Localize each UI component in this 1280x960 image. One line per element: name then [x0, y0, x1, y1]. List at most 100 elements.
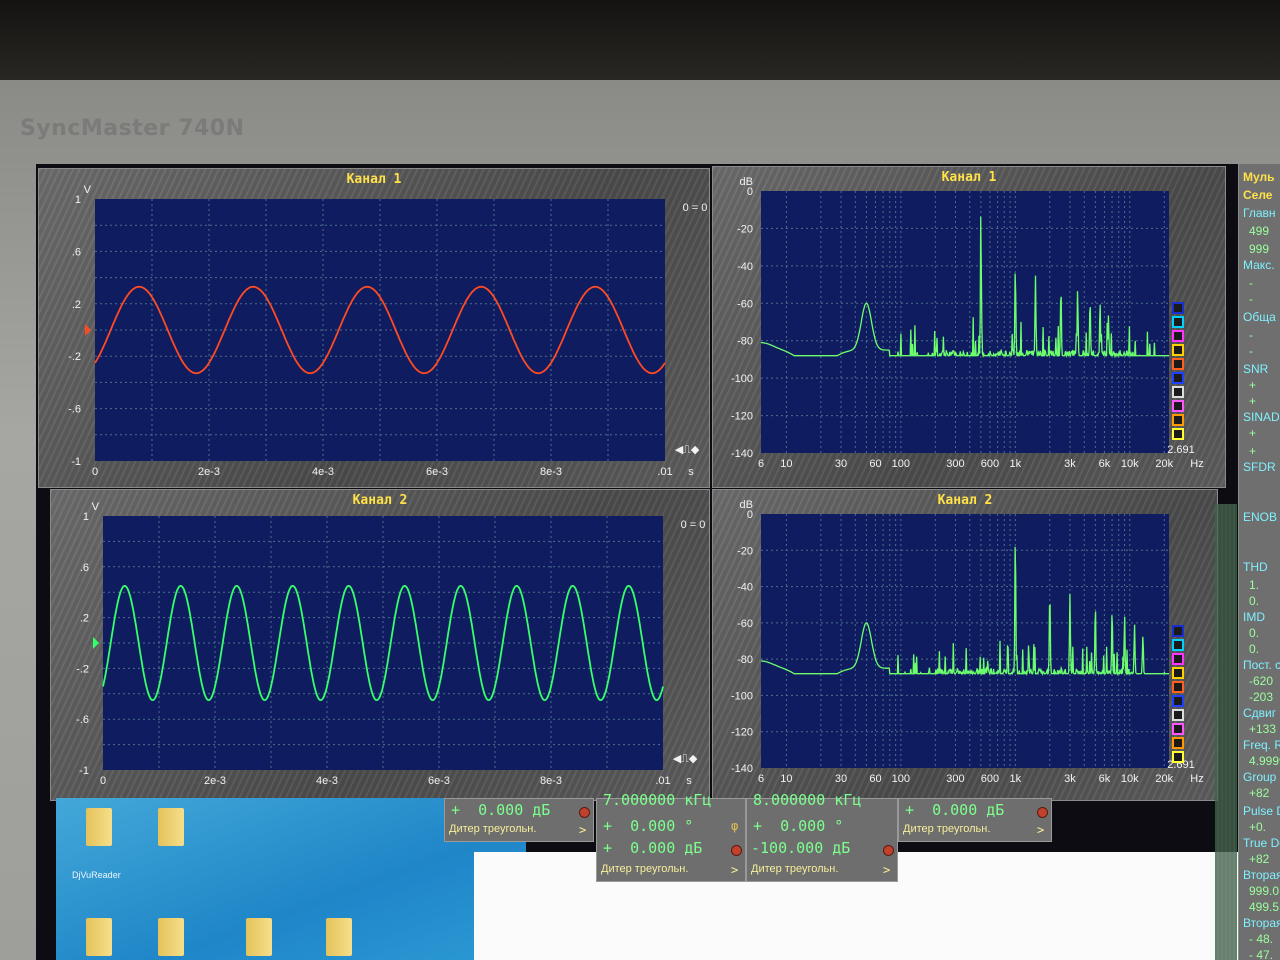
color-swatch-toggle[interactable] [1172, 302, 1184, 314]
spectrum-plot[interactable]: 0-20-40-60-80-100-120-140dB6 10 30 60 100 300… [713, 167, 1225, 487]
color-swatch-toggle[interactable] [1172, 386, 1184, 398]
plot-area[interactable] [761, 514, 1169, 768]
y-tick-label: .2 [80, 613, 89, 625]
y-tick-label: -40 [737, 261, 753, 273]
spectrum-channel-1[interactable]: Канал 1 0 -20 -40 -60 -80 -100 -120 -140 dB 6 10 30… [712, 166, 1226, 488]
folder-icon[interactable] [158, 808, 184, 846]
level-indicator-icon[interactable] [579, 807, 590, 818]
color-swatch-toggle[interactable] [1172, 751, 1184, 763]
oscilloscope-channel-2[interactable]: Канал 2 1.6.2 -.2 -.6 -1 V 0 2e-3 4e-3 6e-3 8e-3.… [50, 489, 710, 801]
phase-readout[interactable]: + 0.000 ° [603, 817, 693, 835]
measurement-text: - [1249, 292, 1253, 306]
x-tick-label: .01 [657, 466, 672, 478]
color-swatch-toggle[interactable] [1172, 316, 1184, 328]
y-axis-unit: dB [740, 499, 753, 511]
generator-control-1[interactable]: + 0.000 дБ Дитер треугольн. > [444, 798, 594, 842]
measurement-text: +133 [1249, 722, 1277, 736]
meter-strip [1215, 504, 1237, 960]
color-swatch-toggle[interactable] [1172, 737, 1184, 749]
folder-icon[interactable] [158, 918, 184, 956]
folder-icon[interactable] [86, 918, 112, 956]
measurement-text: Главн [1243, 206, 1276, 220]
phase-icon: φ [731, 819, 739, 833]
measurement-text: ENOB [1243, 510, 1278, 524]
color-swatch-toggle[interactable] [1172, 681, 1184, 693]
measurement-text: - 47. [1249, 948, 1274, 960]
generator-control-4[interactable]: + 0.000 дБ Дитер треугольн. > [898, 798, 1052, 842]
y-tick-label: -140 [731, 448, 753, 460]
measurements-panel[interactable]: Муль Селе Главн 499 999 Макс. - - Обща - - SNR + + SIN… [1238, 164, 1280, 960]
color-swatch-toggle[interactable] [1172, 428, 1184, 440]
folder-icon[interactable] [326, 918, 352, 956]
level-readout[interactable]: -100.000 дБ [751, 839, 850, 857]
generator-control-2[interactable]: 7.000000 кГц + 0.000 ° φ + 0.000 дБ Дите… [596, 791, 746, 882]
color-swatch-toggle[interactable] [1172, 358, 1184, 370]
measurement-text: - [1249, 344, 1253, 358]
desktop-icon-label: DjVuReader [72, 870, 121, 880]
color-swatch-toggle[interactable] [1172, 639, 1184, 651]
x-tick-label: 20k [1155, 773, 1173, 785]
level-indicator-icon[interactable] [1037, 807, 1048, 818]
measurement-text: 0. [1249, 626, 1260, 640]
dither-label[interactable]: Дитер треугольн. [601, 863, 688, 875]
y-tick-label: -60 [737, 618, 753, 630]
measurement-text: 999 [1249, 242, 1270, 256]
color-swatch-toggle[interactable] [1172, 344, 1184, 356]
monitor-bezel-top [0, 0, 1280, 90]
x-axis-unit: s [688, 466, 694, 478]
trigger-level-marker[interactable] [93, 637, 99, 649]
level-indicator-icon[interactable] [883, 845, 894, 856]
trigger-level-marker[interactable] [85, 324, 91, 336]
x-tick-label: 6k [1099, 773, 1111, 785]
measurement-text: +82 [1249, 786, 1270, 800]
measurement-text: 1. [1249, 578, 1260, 592]
x-tick-label: 300 [946, 773, 964, 785]
arrow-right-icon[interactable]: > [1037, 823, 1044, 837]
measurement-text: +82 [1249, 852, 1270, 866]
spectrum-channel-2[interactable]: Канал 2 0 -20 -40 -60 -80 -100 -120 -140 dB 6 10 30… [712, 489, 1218, 801]
y-tick-label: -.6 [76, 714, 89, 726]
arrow-right-icon[interactable]: > [731, 863, 738, 877]
x-tick-label: 100 [892, 773, 910, 785]
color-swatch-toggle[interactable] [1172, 625, 1184, 637]
level-indicator-icon[interactable] [731, 845, 742, 856]
folder-icon[interactable] [86, 808, 112, 846]
color-swatch-toggle[interactable] [1172, 414, 1184, 426]
spectrum-plot[interactable]: 0-20-40-60-80-100-120-140dB6 10 30 60 100 300… [713, 490, 1217, 800]
y-tick-label: 1 [75, 194, 81, 206]
arrow-right-icon[interactable]: > [883, 863, 890, 877]
color-swatch-toggle[interactable] [1172, 653, 1184, 665]
level-readout[interactable]: + 0.000 дБ [905, 801, 1004, 819]
generator-control-3[interactable]: 8.000000 кГц + 0.000 ° -100.000 дБ Дитер… [746, 791, 898, 882]
dither-label[interactable]: Дитер треугольн. [751, 863, 838, 875]
folder-icon[interactable] [246, 918, 272, 956]
color-swatch-toggle[interactable] [1172, 667, 1184, 679]
color-swatch-toggle[interactable] [1172, 709, 1184, 721]
level-readout[interactable]: + 0.000 дБ [451, 801, 550, 819]
y-axis-unit: dB [740, 176, 753, 188]
color-swatch-toggle[interactable] [1172, 695, 1184, 707]
measurement-text: Макс. [1243, 258, 1275, 272]
color-swatch-toggle[interactable] [1172, 723, 1184, 735]
measurement-text: - 48. [1249, 932, 1274, 946]
x-tick-label: 1k [1010, 458, 1022, 470]
color-swatch-toggle[interactable] [1172, 330, 1184, 342]
y-tick-label: -120 [731, 727, 753, 739]
frequency-readout[interactable]: 7.000000 кГц [603, 791, 711, 809]
color-swatch-toggle[interactable] [1172, 400, 1184, 412]
level-readout[interactable]: + 0.000 дБ [603, 839, 702, 857]
measurement-text: True De [1243, 836, 1280, 850]
frequency-readout[interactable]: 8.000000 кГц [753, 791, 861, 809]
dither-label[interactable]: Дитер треугольн. [903, 823, 990, 835]
oscilloscope-plot[interactable]: 1 .6 .2 -.2 -.6 -1 V 0 2e-3 4e-3 6e-3 8e-3 .01 s 0 = 0… [39, 169, 709, 487]
x-tick-label: 3k [1064, 773, 1076, 785]
oscilloscope-plot[interactable]: 1 .6 .2 -.2 -.6 -1 V 0 2e-3 4e-3 6e-3 8e-3 .01 s 0 = 0… [51, 490, 709, 800]
phase-readout[interactable]: + 0.000 ° [753, 817, 843, 835]
oscilloscope-channel-1[interactable]: Канал 1 1.6.2 -.2 -.6 -1 V 0 2e-3 4e-3 6e-3 8e-3.… [38, 168, 710, 488]
dither-label[interactable]: Дитер треугольн. [449, 823, 536, 835]
x-tick-label: 8e-3 [540, 775, 562, 787]
y-tick-label: -1 [71, 456, 81, 468]
arrow-right-icon[interactable]: > [579, 823, 586, 837]
measurement-text: 0. [1249, 594, 1260, 608]
color-swatch-toggle[interactable] [1172, 372, 1184, 384]
